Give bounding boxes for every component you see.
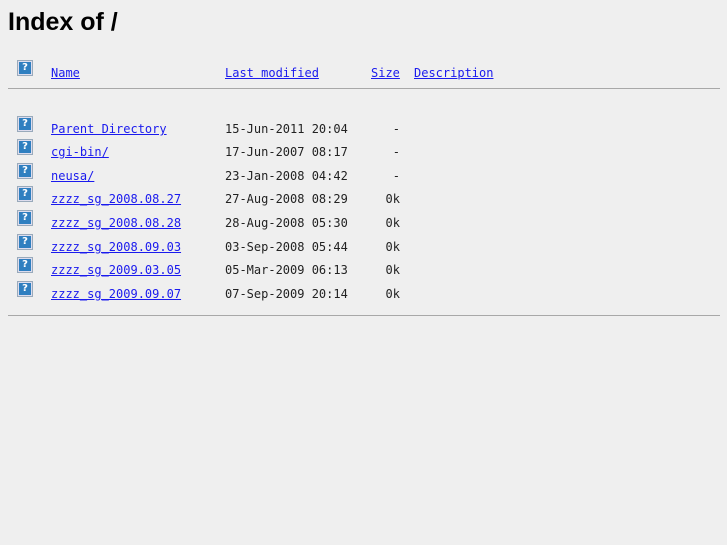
file-link[interactable]: Parent Directory — [51, 122, 167, 136]
sort-by-description-link[interactable]: Description — [414, 66, 493, 80]
last-modified: 17-Jun-2007 08:17 — [225, 145, 348, 159]
last-modified: 27-Aug-2008 08:29 — [225, 192, 348, 206]
file-link[interactable]: zzzz_sg_2009.03.05 — [51, 263, 181, 277]
unknown-file-icon[interactable]: ? — [17, 163, 33, 179]
table-row: ? zzzz_sg_2008.08.27 27-Aug-2008 08:29 0… — [0, 186, 727, 212]
unknown-file-icon[interactable]: ? — [17, 116, 33, 132]
last-modified: 03-Sep-2008 05:44 — [225, 240, 348, 254]
file-size: 0k — [385, 263, 400, 277]
file-size: - — [392, 169, 400, 183]
unknown-file-icon[interactable]: ? — [17, 234, 33, 250]
last-modified: 05-Mar-2009 06:13 — [225, 263, 348, 277]
table-row: ? zzzz_sg_2009.09.07 07-Sep-2009 20:14 0… — [0, 281, 727, 307]
file-link[interactable]: cgi-bin/ — [51, 145, 109, 159]
file-link[interactable]: zzzz_sg_2009.09.07 — [51, 287, 181, 301]
table-row: ? neusa/ 23-Jan-2008 04:42 - — [0, 163, 727, 189]
table-row: ? zzzz_sg_2009.03.05 05-Mar-2009 06:13 0… — [0, 257, 727, 283]
table-row: ? Parent Directory 15-Jun-2011 20:04 - — [0, 116, 727, 142]
table-row: ? zzzz_sg_2008.08.28 28-Aug-2008 05:30 0… — [0, 210, 727, 236]
table-row: ? cgi-bin/ 17-Jun-2007 08:17 - — [0, 139, 727, 165]
file-size: 0k — [385, 192, 400, 206]
divider-top — [8, 88, 720, 89]
last-modified: 07-Sep-2009 20:14 — [225, 287, 348, 301]
unknown-file-icon[interactable]: ? — [17, 186, 33, 202]
file-link[interactable]: zzzz_sg_2008.09.03 — [51, 240, 181, 254]
unknown-file-icon[interactable]: ? — [17, 257, 33, 273]
divider-bottom — [8, 315, 720, 316]
file-link[interactable]: neusa/ — [51, 169, 94, 183]
last-modified: 28-Aug-2008 05:30 — [225, 216, 348, 230]
file-link[interactable]: zzzz_sg_2008.08.28 — [51, 216, 181, 230]
page-title: Index of / — [8, 8, 118, 36]
blank-icon: ? — [17, 60, 33, 76]
file-size: 0k — [385, 287, 400, 301]
sort-by-last-modified-link[interactable]: Last modified — [225, 66, 319, 80]
file-size: - — [392, 122, 400, 136]
file-size: - — [392, 145, 400, 159]
file-size: 0k — [385, 240, 400, 254]
file-size: 0k — [385, 216, 400, 230]
header-row: ? Name Last modified Size Description — [0, 60, 727, 86]
unknown-file-icon[interactable]: ? — [17, 139, 33, 155]
sort-by-name-link[interactable]: Name — [51, 66, 80, 80]
unknown-file-icon[interactable]: ? — [17, 210, 33, 226]
last-modified: 23-Jan-2008 04:42 — [225, 169, 348, 183]
last-modified: 15-Jun-2011 20:04 — [225, 122, 348, 136]
unknown-file-icon[interactable]: ? — [17, 281, 33, 297]
file-link[interactable]: zzzz_sg_2008.08.27 — [51, 192, 181, 206]
table-row: ? zzzz_sg_2008.09.03 03-Sep-2008 05:44 0… — [0, 234, 727, 260]
sort-by-size-link[interactable]: Size — [371, 66, 400, 80]
